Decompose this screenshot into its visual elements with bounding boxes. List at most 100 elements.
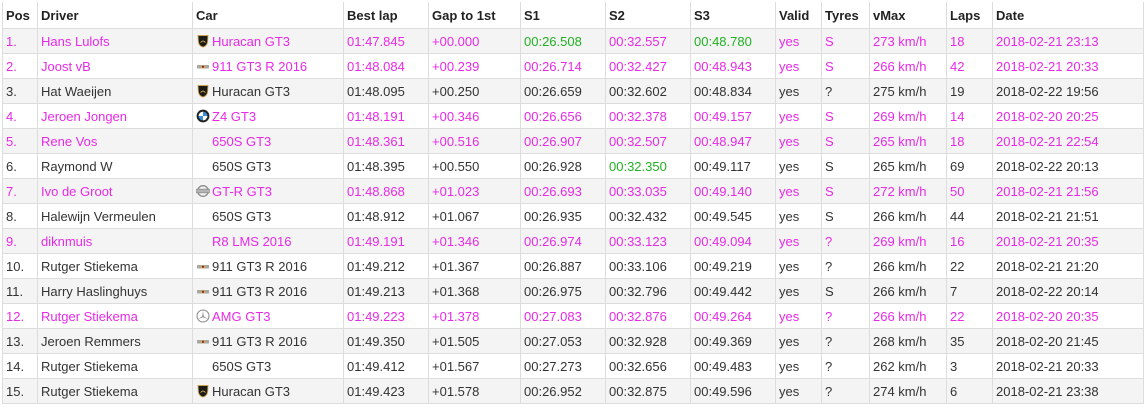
best-lap-cell: 01:49.212 <box>343 253 429 279</box>
car-name[interactable]: 650S GT3 <box>212 134 271 149</box>
tyres-cell: ? <box>821 378 870 404</box>
car-cell: AMG GT3 <box>192 303 344 329</box>
best-lap-cell: 01:48.095 <box>343 78 429 104</box>
best-lap-cell: 01:48.395 <box>343 153 429 179</box>
position-cell: 10. <box>2 253 38 279</box>
valid-cell: yes <box>775 278 822 304</box>
car-name[interactable]: Z4 GT3 <box>212 109 256 124</box>
position-cell: 14. <box>2 353 38 379</box>
column-header-gap: Gap to 1st <box>428 2 521 29</box>
porsche-logo-icon <box>196 59 210 73</box>
driver-link[interactable]: Rutger Stiekema <box>41 309 138 324</box>
driver-link[interactable]: Joost vB <box>41 59 91 74</box>
sector2-cell: 00:32.507 <box>605 128 691 154</box>
car-cell: GT-R GT3 <box>192 178 344 204</box>
car-info: 911 GT3 R 2016 <box>196 255 343 278</box>
gap-cell: +00.550 <box>428 153 521 179</box>
tyres-cell: S <box>821 53 870 79</box>
car-info: 911 GT3 R 2016 <box>196 55 343 78</box>
car-info: Z4 GT3 <box>196 105 343 128</box>
table-row[interactable]: 11. Harry Haslinghuys 911 GT3 R 2016 01:49.… <box>2 278 1144 304</box>
driver-cell: diknmuis <box>37 228 193 254</box>
best-lap-cell: 01:49.213 <box>343 278 429 304</box>
position-cell: 12. <box>2 303 38 329</box>
driver-link[interactable]: Rene Vos <box>41 134 97 149</box>
car-cell: 650S GT3 <box>192 128 344 154</box>
position-cell: 3. <box>2 78 38 104</box>
car-name[interactable]: 911 GT3 R 2016 <box>212 59 307 74</box>
table-row[interactable]: 2. Joost vB 911 GT3 R 2016 01:48.084 +00.239… <box>2 53 1144 79</box>
date-cell: 2018-02-21 21:20 <box>992 253 1144 279</box>
driver-link[interactable]: Hans Lulofs <box>41 34 110 49</box>
driver-link[interactable]: Ivo de Groot <box>41 184 113 199</box>
car-name[interactable]: GT-R GT3 <box>212 184 272 199</box>
vmax-cell: 273 km/h <box>869 28 947 54</box>
sector2-cell: 00:32.432 <box>605 203 691 229</box>
tyres-cell: S <box>821 128 870 154</box>
table-row[interactable]: 8. Halewijn Vermeulen 650S GT3 01:48.912 +01… <box>2 203 1144 229</box>
table-row[interactable]: 9. diknmuis R8 LMS 2016 01:49.191 +01.346 00:… <box>2 228 1144 254</box>
table-row[interactable]: 1. Hans Lulofs Huracan GT3 01:47.845 +00.000… <box>2 28 1144 54</box>
sector3-cell: 00:49.219 <box>690 253 776 279</box>
column-header-s3: S3 <box>690 2 776 29</box>
laps-cell: 22 <box>946 303 993 329</box>
gap-cell: +00.346 <box>428 103 521 129</box>
best-lap-cell: 01:48.191 <box>343 103 429 129</box>
laps-cell: 50 <box>946 178 993 204</box>
table-row[interactable]: 4. Jeroen Jongen Z4 GT3 01:48.191 +00.346 00:… <box>2 103 1144 129</box>
table-row[interactable]: 3. Hat Waeijen Huracan GT3 01:48.095 +00.250… <box>2 78 1144 104</box>
car-cell: 650S GT3 <box>192 153 344 179</box>
valid-cell: yes <box>775 178 822 204</box>
table-row[interactable]: 6. Raymond W 650S GT3 01:48.395 +00.550 00:26… <box>2 153 1144 179</box>
table-row[interactable]: 14. Rutger Stiekema 650S GT3 01:49.412 +01.5… <box>2 353 1144 379</box>
sector2-cell: 00:32.378 <box>605 103 691 129</box>
laps-cell: 16 <box>946 228 993 254</box>
table-row[interactable]: 10. Rutger Stiekema 911 GT3 R 2016 01:49.21… <box>2 253 1144 279</box>
car-info: Huracan GT3 <box>196 380 343 403</box>
date-cell: 2018-02-21 23:38 <box>992 378 1144 404</box>
date-cell: 2018-02-21 21:51 <box>992 203 1144 229</box>
column-header-valid: Valid <box>775 2 822 29</box>
bmw-logo-icon <box>196 109 210 123</box>
table-row[interactable]: 5. Rene Vos 650S GT3 01:48.361 +00.516 00:26.… <box>2 128 1144 154</box>
car-cell: 911 GT3 R 2016 <box>192 328 344 354</box>
car-info: GT-R GT3 <box>196 180 343 203</box>
table-row[interactable]: 15. Rutger Stiekema Huracan GT3 01:49.423 +0… <box>2 378 1144 404</box>
driver-link[interactable]: Jeroen Jongen <box>41 109 127 124</box>
valid-cell: yes <box>775 128 822 154</box>
car-name[interactable]: Huracan GT3 <box>212 34 290 49</box>
leaderboard-table: Pos Driver Car Best lap Gap to 1st S1 S2… <box>2 2 1144 404</box>
column-header-pos: Pos <box>2 2 38 29</box>
porsche-logo-icon <box>196 284 210 298</box>
car-name[interactable]: R8 LMS 2016 <box>212 234 292 249</box>
best-lap-cell: 01:49.350 <box>343 328 429 354</box>
laps-cell: 22 <box>946 253 993 279</box>
gap-cell: +01.378 <box>428 303 521 329</box>
car-cell: Huracan GT3 <box>192 28 344 54</box>
table-row[interactable]: 13. Jeroen Remmers 911 GT3 R 2016 01:49.350… <box>2 328 1144 354</box>
car-name[interactable]: AMG GT3 <box>212 309 271 324</box>
valid-cell: yes <box>775 78 822 104</box>
sector1-cell: 00:26.907 <box>520 128 606 154</box>
best-sector-time: 00:32.350 <box>609 158 667 174</box>
driver-cell: Hat Waeijen <box>37 78 193 104</box>
car-cell: 650S GT3 <box>192 203 344 229</box>
leaderboard-body: 1. Hans Lulofs Huracan GT3 01:47.845 +00.000… <box>2 28 1144 404</box>
table-row[interactable]: 12. Rutger Stiekema AMG GT3 01:49.223 +01.37… <box>2 303 1144 329</box>
sector1-cell: 00:26.508 <box>520 28 606 54</box>
sector2-cell: 00:32.875 <box>605 378 691 404</box>
sector2-cell: 00:33.123 <box>605 228 691 254</box>
car-name: 650S GT3 <box>212 158 272 174</box>
position-cell: 8. <box>2 203 38 229</box>
driver-cell: Rutger Stiekema <box>37 303 193 329</box>
driver-cell: Hans Lulofs <box>37 28 193 54</box>
car-cell: R8 LMS 2016 <box>192 228 344 254</box>
valid-cell: yes <box>775 153 822 179</box>
sector3-cell: 00:48.947 <box>690 128 776 154</box>
laps-cell: 7 <box>946 278 993 304</box>
table-row[interactable]: 7. Ivo de Groot GT-R GT3 01:48.868 +01.023 00… <box>2 178 1144 204</box>
driver-link[interactable]: diknmuis <box>41 234 92 249</box>
nissan-logo-icon <box>196 184 210 198</box>
tyres-cell: S <box>821 278 870 304</box>
gap-cell: +01.505 <box>428 328 521 354</box>
